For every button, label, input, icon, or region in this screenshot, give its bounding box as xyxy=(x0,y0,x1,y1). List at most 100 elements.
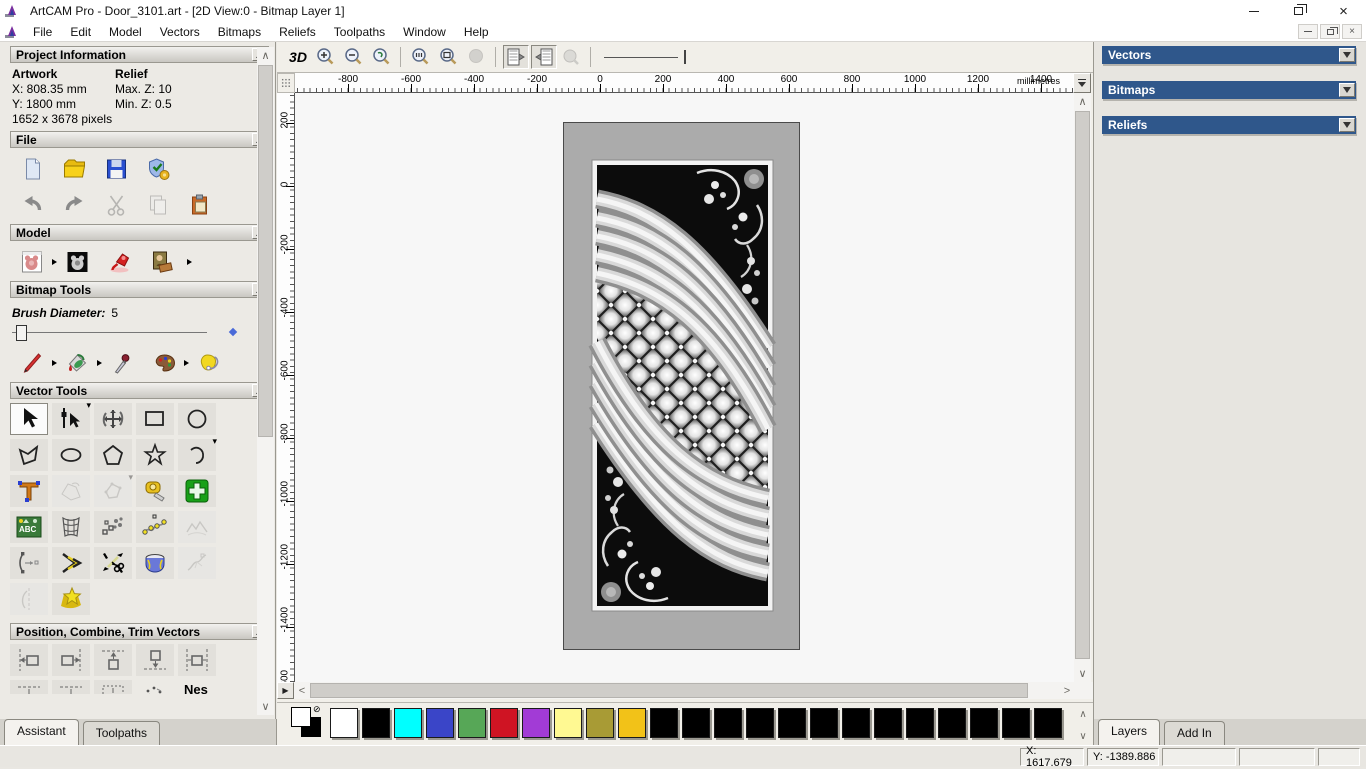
wrap-vectors-icon[interactable] xyxy=(136,547,174,579)
align-left-icon[interactable] xyxy=(10,644,48,676)
align-right-icon[interactable] xyxy=(52,644,90,676)
palette-swatch[interactable] xyxy=(490,708,518,738)
star-tool-icon[interactable] xyxy=(136,439,174,471)
palette-swatch[interactable] xyxy=(362,708,390,738)
palette-swatch[interactable] xyxy=(394,708,422,738)
verify-model-icon[interactable] xyxy=(140,154,176,184)
position-combine-header[interactable]: Position, Combine, Trim Vectors xyxy=(10,623,269,640)
invert-model-icon[interactable] xyxy=(59,247,95,277)
palette-swatch[interactable] xyxy=(714,708,742,738)
scrollbar-thumb[interactable] xyxy=(1075,111,1090,659)
zoom-object-icon[interactable] xyxy=(464,45,490,69)
rectangle-tool-icon[interactable] xyxy=(136,403,174,435)
envelope-distort-icon[interactable]: ▾ xyxy=(94,473,133,507)
toggle-3d-view-button[interactable]: 3D xyxy=(285,45,311,69)
envelope-icon[interactable] xyxy=(52,475,90,507)
select-vectors-icon[interactable] xyxy=(10,403,48,435)
eraser-icon[interactable] xyxy=(191,348,227,378)
drawing-viewport[interactable] xyxy=(295,93,1074,682)
mdi-close-button[interactable]: × xyxy=(1342,24,1362,39)
horizontal-scrollbar[interactable]: ▶ < > xyxy=(277,682,1093,699)
palette-swatch[interactable] xyxy=(426,708,454,738)
brush-diameter-slider[interactable] xyxy=(12,324,238,342)
palette-swatch[interactable] xyxy=(842,708,870,738)
save-model-icon[interactable] xyxy=(98,154,134,184)
palette-swatch[interactable] xyxy=(522,708,550,738)
palette-swatch[interactable] xyxy=(746,708,774,738)
palette-swatch[interactable] xyxy=(682,708,710,738)
flood-fill-icon[interactable] xyxy=(59,348,95,378)
simulate-icon[interactable] xyxy=(559,45,585,69)
menu-model[interactable]: Model xyxy=(100,25,151,39)
new-model-icon[interactable] xyxy=(14,154,50,184)
menu-edit[interactable]: Edit xyxy=(61,25,100,39)
cut-icon[interactable] xyxy=(98,190,134,220)
scrollbar-thumb[interactable] xyxy=(258,65,273,437)
centre-in-page-icon[interactable] xyxy=(10,680,48,694)
flyout-arrow-icon[interactable] xyxy=(97,360,102,366)
scroll-down-icon[interactable]: ∨ xyxy=(1074,665,1091,682)
tab-assistant[interactable]: Assistant xyxy=(4,719,79,745)
palette-swatch[interactable] xyxy=(586,708,614,738)
flyout-arrow-icon[interactable] xyxy=(187,259,192,265)
measure-icon[interactable] xyxy=(136,475,174,507)
align-centre-icon[interactable] xyxy=(178,644,216,676)
close-button[interactable]: × xyxy=(1321,0,1366,22)
menu-help[interactable]: Help xyxy=(455,25,498,39)
distort-grid-icon[interactable] xyxy=(52,511,90,543)
transform-vectors-icon[interactable] xyxy=(94,403,132,435)
palette-scroll-down-icon[interactable]: ∨ xyxy=(1075,728,1091,744)
reliefs-section-header[interactable]: Reliefs xyxy=(1102,116,1356,134)
palette-swatch[interactable] xyxy=(650,708,678,738)
scroll-up-icon[interactable]: ∧ xyxy=(1074,93,1091,110)
door-relief-artwork[interactable] xyxy=(563,122,800,650)
mdi-minimize-button[interactable] xyxy=(1298,24,1318,39)
ellipse-tool-icon[interactable] xyxy=(52,439,90,471)
offset-vector-icon[interactable] xyxy=(52,547,90,579)
paste-cross-icon[interactable] xyxy=(178,475,216,507)
zoom-out-icon[interactable] xyxy=(341,45,367,69)
align-bottom-icon[interactable] xyxy=(136,644,174,676)
scroll-down-icon[interactable]: ∨ xyxy=(257,698,274,715)
expand-bitmaps-icon[interactable] xyxy=(1339,83,1355,97)
arc-tool-icon[interactable]: ▾ xyxy=(178,437,217,471)
colour-picker-icon[interactable] xyxy=(104,348,140,378)
mirror-profile-icon[interactable] xyxy=(10,583,48,615)
scroll-left-icon[interactable]: < xyxy=(294,682,310,699)
palette-icon[interactable] xyxy=(146,348,182,378)
toggle-vector-visibility-icon[interactable] xyxy=(531,45,557,69)
mdi-restore-button[interactable] xyxy=(1320,24,1340,39)
free-relief-icon[interactable] xyxy=(178,511,216,543)
palette-scroll[interactable]: ∧ ∨ xyxy=(1075,706,1091,744)
zoom-1to1-icon[interactable] xyxy=(408,45,434,69)
undo-icon[interactable] xyxy=(14,190,50,220)
polygon-tool-icon[interactable] xyxy=(94,439,132,471)
palette-swatch[interactable] xyxy=(1002,708,1030,738)
file-section-header[interactable]: File xyxy=(10,131,269,148)
palette-scroll-up-icon[interactable]: ∧ xyxy=(1075,706,1091,722)
tab-toolpaths[interactable]: Toolpaths xyxy=(82,721,161,745)
palette-swatch[interactable] xyxy=(810,708,838,738)
open-model-icon[interactable] xyxy=(56,154,92,184)
menu-bitmaps[interactable]: Bitmaps xyxy=(209,25,270,39)
load-texture-icon[interactable] xyxy=(143,247,179,277)
ruler-units-dropdown[interactable] xyxy=(1073,73,1091,93)
tab-add-in[interactable]: Add In xyxy=(1164,721,1225,745)
palette-swatch[interactable] xyxy=(458,708,486,738)
assistant-scrollbar[interactable]: ∧ ∨ xyxy=(257,47,274,715)
palette-swatch[interactable] xyxy=(1034,708,1062,738)
contrast-slider[interactable] xyxy=(604,47,690,67)
palette-swatch[interactable] xyxy=(874,708,902,738)
node-edit-icon[interactable]: ▾ xyxy=(52,401,91,435)
expand-reliefs-icon[interactable] xyxy=(1339,118,1355,132)
centre-dashed-icon[interactable] xyxy=(94,680,132,694)
palette-swatch[interactable] xyxy=(938,708,966,738)
circle-tool-icon[interactable] xyxy=(178,403,216,435)
spline-icon[interactable] xyxy=(178,547,216,579)
link-colours-icon[interactable]: ⊘ xyxy=(313,704,321,715)
fit-arcs-icon[interactable] xyxy=(136,511,174,543)
flyout-arrow-icon[interactable] xyxy=(52,259,57,265)
scatter-copies-icon[interactable] xyxy=(136,680,174,694)
palette-swatch[interactable] xyxy=(554,708,582,738)
primary-colour-swatch[interactable] xyxy=(291,707,311,727)
